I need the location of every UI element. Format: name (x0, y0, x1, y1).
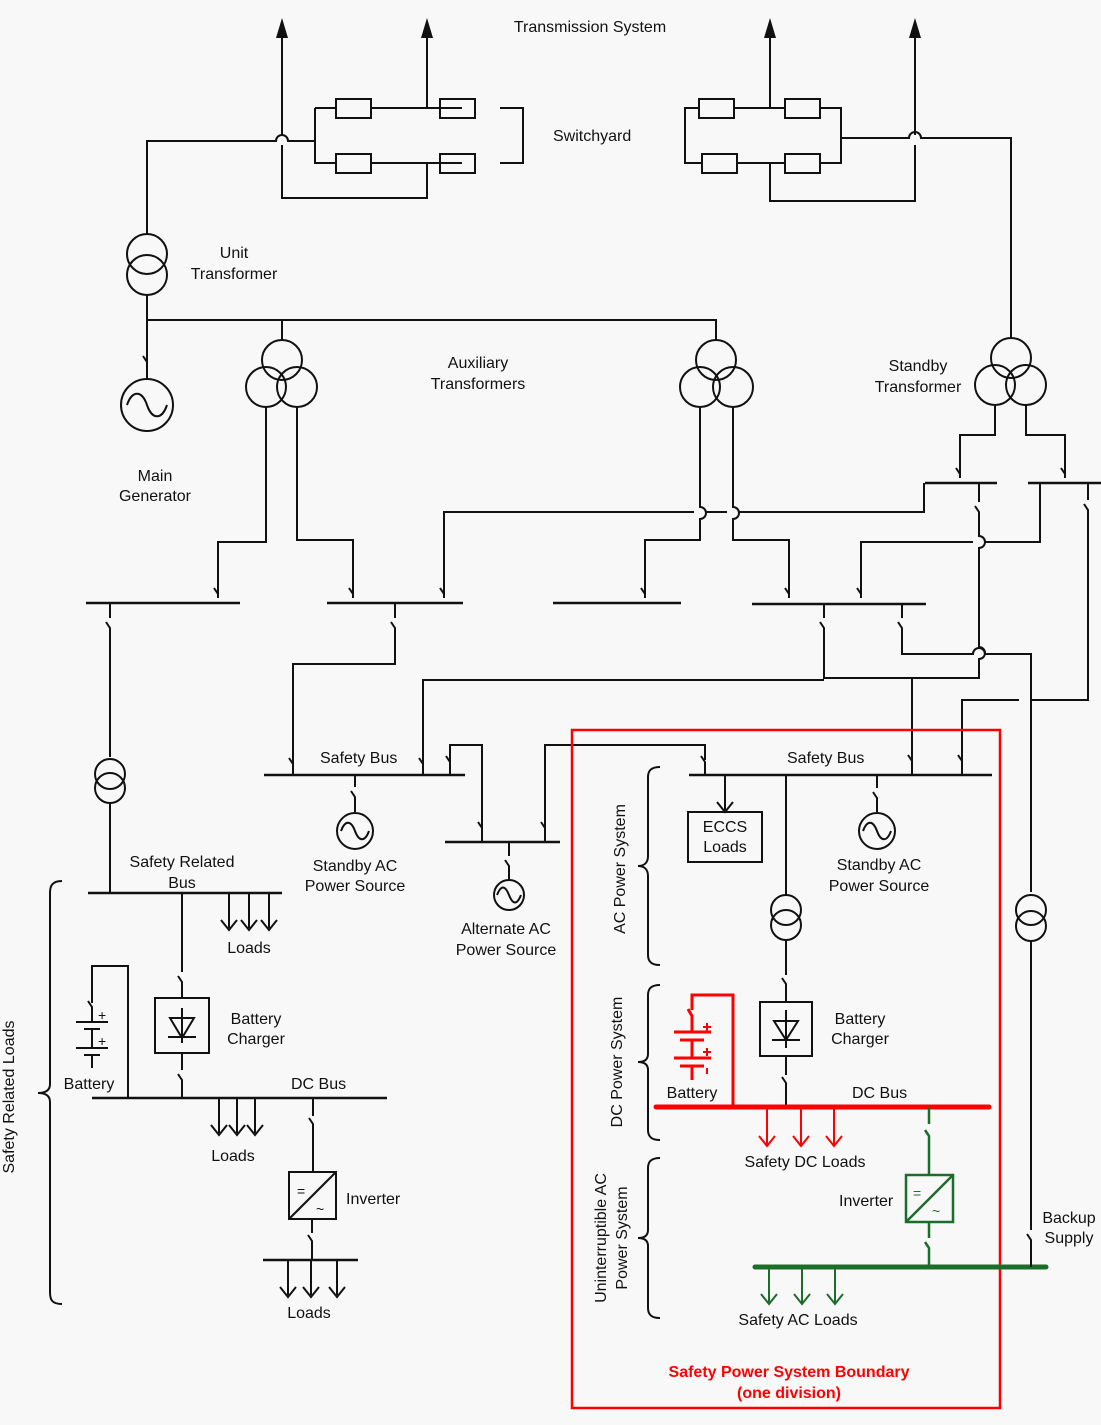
boundary-label-2: (one division) (737, 1385, 841, 1402)
battery-charger-left-label-1: Battery (231, 1011, 282, 1028)
single-line-diagram: Transmission System Switchyard Unit Tran… (1, 18, 1101, 1410)
inverter-left: = ~ (263, 1171, 358, 1299)
brace-safety-related-loads (37, 880, 63, 1305)
backup-supply-label-1: Backup (1042, 1210, 1095, 1227)
battery-charger-right-label-1: Battery (835, 1011, 886, 1028)
standby-ac-right-label-1: Standby AC (837, 857, 922, 874)
unit-transformer-label-1: Unit (220, 245, 249, 262)
mv-buses (86, 601, 926, 606)
ac-symbol: ~ (932, 1203, 940, 1219)
breaker (701, 153, 738, 174)
ups-ac-bus (752, 1264, 1049, 1306)
loads-left-dc-label: Loads (211, 1148, 255, 1165)
eccs-loads-label-1: ECCS (703, 819, 747, 836)
safety-related-loads-label: Safety Related Loads (1, 1021, 18, 1174)
alternate-ac-label-1: Alternate AC (461, 921, 551, 938)
generator-bus (147, 319, 717, 340)
breaker (698, 98, 735, 119)
backup-supply-label-2: Supply (1045, 1230, 1094, 1247)
loads-left-bottom-label: Loads (287, 1305, 331, 1322)
boundary-label-1: Safety Power System Boundary (669, 1364, 910, 1381)
standby-transformer (824, 337, 1101, 765)
battery-charger-right-label-2: Charger (831, 1031, 889, 1048)
dc-bus-right (653, 1104, 992, 1148)
auxiliary-transformers-label-1: Auxiliary (448, 355, 508, 372)
safety-ac-loads-label: Safety AC Loads (738, 1312, 857, 1329)
auxiliary-transformer-1 (213, 320, 354, 598)
dc-power-system-label: DC Power System (609, 997, 626, 1128)
inverter-left-label: Inverter (346, 1191, 401, 1208)
battery-charger-left (154, 997, 210, 1098)
inverter-right-label: Inverter (839, 1193, 894, 1210)
standby-ac-left-label-2: Power Source (305, 878, 406, 895)
main-generator-label-1: Main (138, 468, 173, 485)
brace-dc-power-system (637, 984, 661, 1141)
dc-bus-left-label: DC Bus (291, 1076, 346, 1093)
main-generator-label-2: Generator (119, 488, 192, 505)
battery-left-label: Battery (64, 1076, 115, 1093)
ac-power-system-label: AC Power System (612, 804, 629, 934)
ups-label-2: Power System (614, 1186, 631, 1289)
inverter-right: = ~ (904, 1107, 955, 1267)
battery-charger-left-label-2: Charger (227, 1031, 285, 1048)
auxiliary-transformers-label-2: Transformers (431, 376, 526, 393)
eccs-loads-label-2: Loads (703, 839, 747, 856)
alternate-ac-label-2: Power Source (456, 942, 557, 959)
safety-bus-left-label: Safety Bus (320, 750, 397, 767)
battery-charger-right (759, 1001, 813, 1106)
unit-transformer-label-2: Transformer (191, 266, 278, 283)
breaker (784, 98, 821, 119)
safety-dc-loads-label: Safety DC Loads (745, 1154, 866, 1171)
breaker (335, 153, 372, 174)
plus-sign: + (98, 1007, 106, 1023)
safety-bus-right-label: Safety Bus (787, 750, 864, 767)
breaker (784, 153, 821, 174)
brace-ac-power-system (637, 766, 661, 966)
breaker (335, 98, 372, 119)
ac-symbol: ~ (316, 1201, 324, 1217)
alternate-ac-bus (445, 744, 706, 911)
switchyard-label: Switchyard (553, 128, 631, 145)
standby-ac-left-label-1: Standby AC (313, 858, 398, 875)
main-generator (120, 320, 174, 432)
standby-transformer-label-2: Transformer (875, 379, 962, 396)
switchyard-right (684, 98, 1012, 338)
dc-symbol: = (913, 1185, 921, 1201)
safety-related-bus-label-1: Safety Related (130, 854, 235, 871)
plus-sign: + (98, 1033, 106, 1049)
loads-left-top-label: Loads (227, 940, 271, 957)
switchyard-left (146, 98, 524, 235)
ups-label-1: Uninterruptible AC (593, 1173, 610, 1303)
mv-feeders (94, 603, 1032, 893)
safety-related-bus-label-2: Bus (168, 875, 196, 892)
standby-ac-right-label-2: Power Source (829, 878, 930, 895)
brace-ups-system (637, 1157, 661, 1319)
battery-right-label: Battery (667, 1085, 718, 1102)
dc-symbol: = (297, 1183, 305, 1199)
unit-transformer (126, 233, 168, 380)
standby-transformer-label-1: Standby (889, 358, 948, 375)
transmission-system-label: Transmission System (514, 19, 666, 36)
dc-bus-right-label: DC Bus (852, 1085, 907, 1102)
